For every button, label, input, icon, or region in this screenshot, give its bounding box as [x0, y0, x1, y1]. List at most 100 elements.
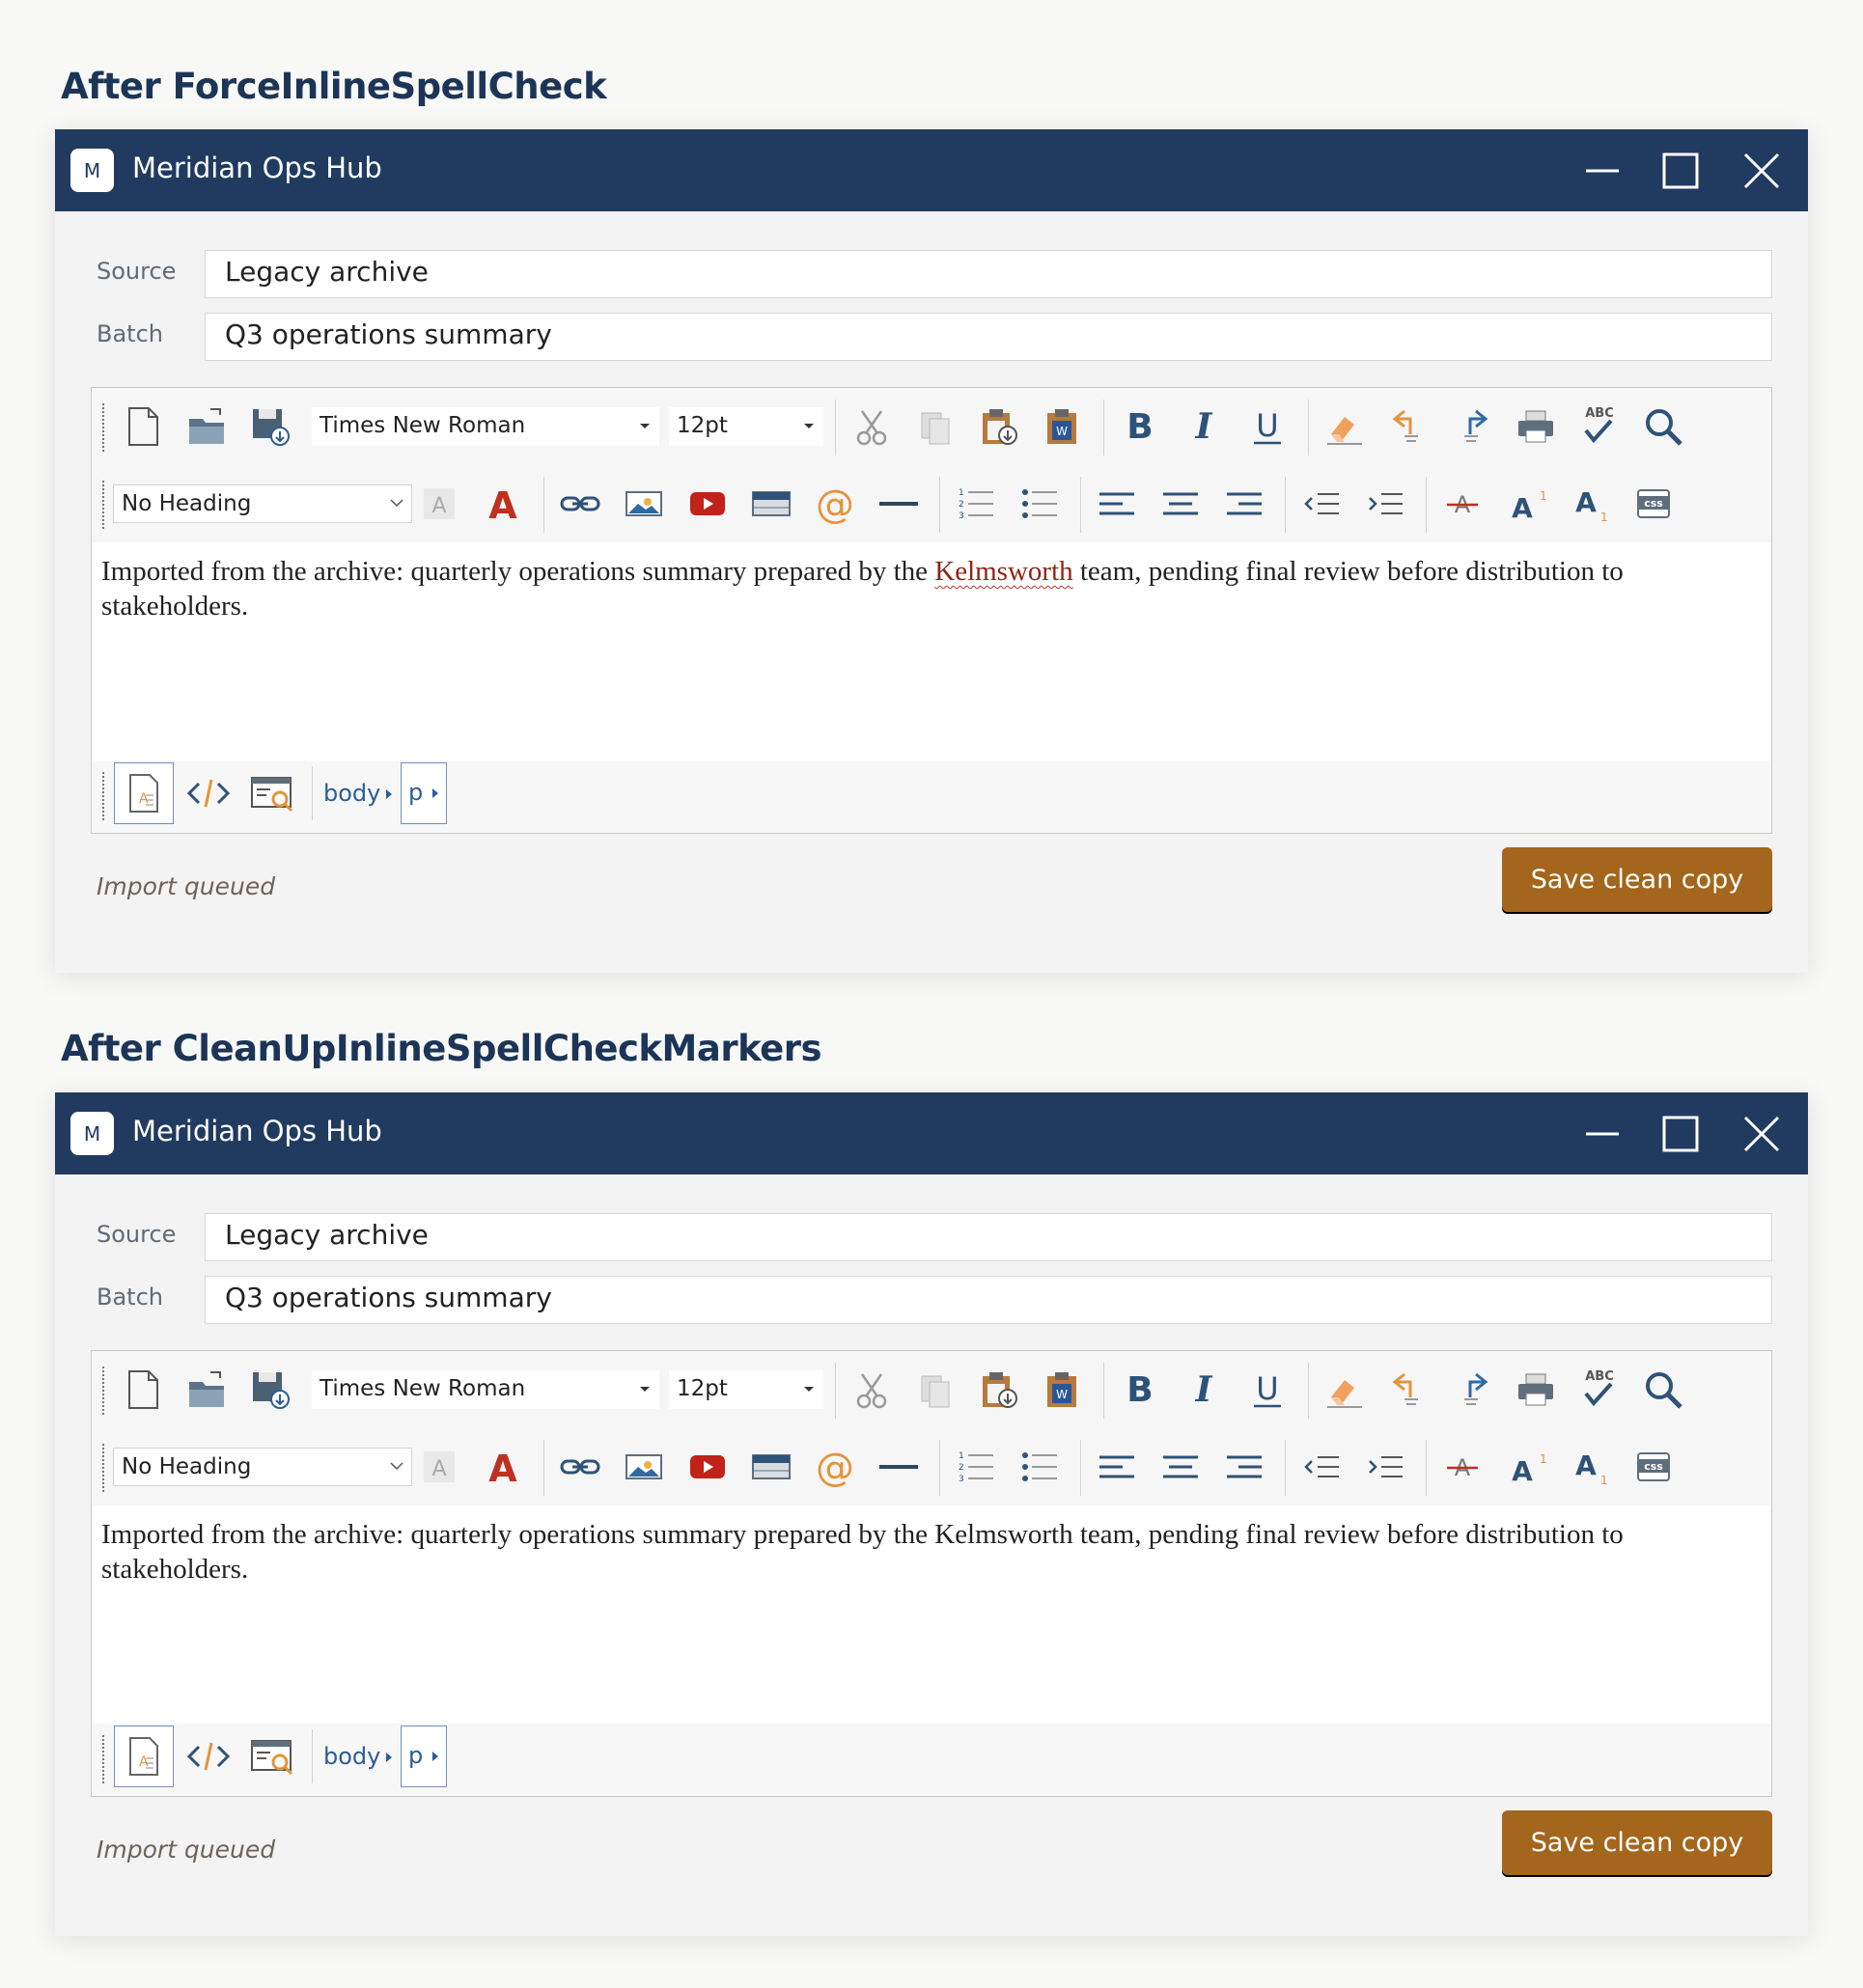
open-folder-icon[interactable] — [180, 400, 234, 454]
cut-icon[interactable] — [845, 400, 899, 454]
copy-icon[interactable] — [908, 1363, 962, 1417]
statusbar-grip[interactable] — [102, 772, 105, 820]
link-icon[interactable] — [553, 1440, 607, 1494]
font-family-select[interactable]: Times New Roman — [312, 407, 659, 446]
design-mode-icon[interactable]: A — [114, 1726, 174, 1787]
paste-icon[interactable] — [972, 400, 1026, 454]
strikethrough-icon[interactable]: A — [1435, 477, 1489, 531]
superscript-icon[interactable]: A1 — [1499, 1440, 1553, 1494]
breadcrumb-p-box[interactable]: p — [401, 762, 447, 824]
new-document-icon[interactable] — [116, 400, 170, 454]
horizontal-rule-icon[interactable] — [872, 1440, 926, 1494]
batch-input[interactable]: Q3 operations summary — [205, 313, 1772, 361]
font-color-icon[interactable]: A — [476, 1440, 530, 1494]
maximize-icon[interactable] — [1655, 146, 1706, 196]
copy-icon[interactable] — [908, 400, 962, 454]
css-class-icon[interactable]: css — [1627, 1440, 1681, 1494]
redo-icon[interactable] — [1445, 400, 1499, 454]
indent-icon[interactable] — [1358, 1440, 1412, 1494]
source-input[interactable]: Legacy archive — [205, 1213, 1772, 1261]
indent-icon[interactable] — [1358, 477, 1412, 531]
align-left-icon[interactable] — [1090, 1440, 1144, 1494]
font-family-select[interactable]: Times New Roman — [312, 1370, 659, 1409]
align-right-icon[interactable] — [1217, 477, 1271, 531]
save-clean-copy-button[interactable]: Save clean copy — [1502, 847, 1772, 912]
horizontal-rule-icon[interactable] — [872, 477, 926, 531]
align-right-icon[interactable] — [1217, 1440, 1271, 1494]
editor-content[interactable]: Imported from the archive: quarterly ope… — [101, 1517, 1758, 1587]
undo-icon[interactable] — [1381, 400, 1435, 454]
ordered-list-icon[interactable]: 123 — [949, 477, 1003, 531]
align-center-icon[interactable] — [1154, 477, 1208, 531]
html-mode-icon[interactable] — [179, 762, 238, 824]
italic-icon[interactable]: I — [1177, 400, 1231, 454]
print-icon[interactable] — [1509, 1363, 1563, 1417]
breadcrumb-p-box[interactable]: p — [401, 1726, 447, 1787]
symbol-icon[interactable]: @ — [808, 1440, 862, 1494]
underline-icon[interactable]: U — [1240, 1363, 1294, 1417]
font-size-select[interactable]: 12pt — [669, 407, 823, 446]
strikethrough-icon[interactable]: A — [1435, 1440, 1489, 1494]
minimize-icon[interactable] — [1576, 1109, 1627, 1159]
video-icon[interactable] — [681, 1440, 735, 1494]
font-size-select[interactable]: 12pt — [669, 1370, 823, 1409]
bulleted-list-icon[interactable] — [1013, 1440, 1067, 1494]
image-icon[interactable] — [617, 1440, 671, 1494]
outdent-icon[interactable] — [1294, 1440, 1349, 1494]
open-folder-icon[interactable] — [180, 1363, 234, 1417]
table-icon[interactable] — [744, 1440, 798, 1494]
spell-check-icon[interactable]: ABC — [1572, 400, 1627, 454]
italic-icon[interactable]: I — [1177, 1363, 1231, 1417]
toolbar-grip[interactable] — [102, 1444, 105, 1492]
spell-check-icon[interactable]: ABC — [1572, 1363, 1627, 1417]
css-class-icon[interactable]: css — [1627, 477, 1681, 531]
maximize-icon[interactable] — [1655, 1109, 1706, 1159]
save-icon[interactable] — [243, 400, 297, 454]
toolbar-grip[interactable] — [102, 481, 105, 529]
link-icon[interactable] — [553, 477, 607, 531]
print-icon[interactable] — [1509, 400, 1563, 454]
align-center-icon[interactable] — [1154, 1440, 1208, 1494]
outdent-icon[interactable] — [1294, 477, 1349, 531]
bulleted-list-icon[interactable] — [1013, 477, 1067, 531]
video-icon[interactable] — [681, 477, 735, 531]
close-icon[interactable] — [1737, 1109, 1787, 1159]
statusbar-grip[interactable] — [102, 1735, 105, 1783]
font-color-icon[interactable]: A — [476, 477, 530, 531]
redo-icon[interactable] — [1445, 1363, 1499, 1417]
undo-icon[interactable] — [1381, 1363, 1435, 1417]
html-mode-icon[interactable] — [179, 1726, 238, 1787]
bold-icon[interactable]: B — [1113, 1363, 1167, 1417]
design-mode-icon[interactable]: A — [114, 762, 174, 824]
align-left-icon[interactable] — [1090, 477, 1144, 531]
find-icon[interactable] — [1636, 1363, 1690, 1417]
batch-input[interactable]: Q3 operations summary — [205, 1276, 1772, 1324]
paste-from-word-icon[interactable]: W — [1036, 1363, 1090, 1417]
bold-icon[interactable]: B — [1113, 400, 1167, 454]
subscript-icon[interactable]: A1 — [1563, 477, 1617, 531]
find-icon[interactable] — [1636, 400, 1690, 454]
cut-icon[interactable] — [845, 1363, 899, 1417]
ordered-list-icon[interactable]: 123 — [949, 1440, 1003, 1494]
save-icon[interactable] — [243, 1363, 297, 1417]
highlight-color-icon[interactable]: A — [412, 1440, 466, 1494]
breadcrumb-body[interactable]: body — [323, 780, 380, 807]
symbol-icon[interactable]: @ — [808, 477, 862, 531]
underline-icon[interactable]: U — [1240, 400, 1294, 454]
table-icon[interactable] — [744, 477, 798, 531]
image-icon[interactable] — [617, 477, 671, 531]
breadcrumb-body[interactable]: body — [323, 1743, 380, 1770]
superscript-icon[interactable]: A1 — [1499, 477, 1553, 531]
misspelled-word[interactable]: Kelmsworth — [934, 556, 1072, 587]
close-icon[interactable] — [1737, 146, 1787, 196]
toolbar-grip[interactable] — [102, 1367, 105, 1415]
subscript-icon[interactable]: A1 — [1563, 1440, 1617, 1494]
paragraph-format-select[interactable]: No Heading — [113, 484, 412, 523]
toolbar-grip[interactable] — [102, 403, 105, 452]
preview-mode-icon[interactable] — [242, 762, 302, 824]
save-clean-copy-button[interactable]: Save clean copy — [1502, 1810, 1772, 1875]
paste-icon[interactable] — [972, 1363, 1026, 1417]
paste-from-word-icon[interactable]: W — [1036, 400, 1090, 454]
paragraph-format-select[interactable]: No Heading — [113, 1448, 412, 1486]
editor-content[interactable]: Imported from the archive: quarterly ope… — [101, 554, 1758, 623]
